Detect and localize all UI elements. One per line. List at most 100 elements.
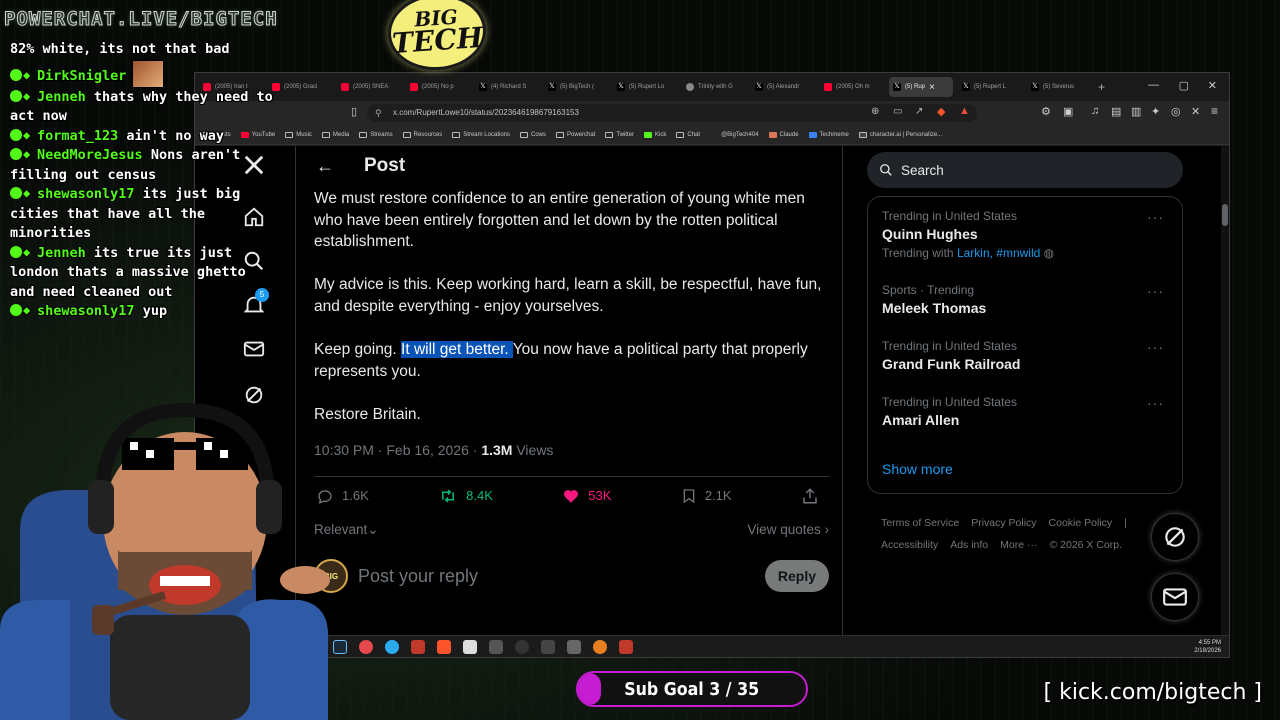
app-icon[interactable] <box>619 639 633 654</box>
footer-link[interactable]: More ··· <box>1000 539 1037 551</box>
bookmark-item[interactable]: Music <box>285 131 312 138</box>
trend-link[interactable]: Larkin, #mnwild <box>957 246 1040 260</box>
repost-button[interactable]: 8.4K <box>438 487 493 505</box>
footer-link[interactable]: Accessibility <box>881 539 938 551</box>
share-button[interactable] <box>801 487 827 505</box>
extensions-icon[interactable]: ⚙ <box>1041 105 1051 118</box>
bookmark-item[interactable]: character.ai | Personalize... <box>858 131 942 138</box>
browser-tab[interactable]: 𝕏 (5) Rupert L <box>958 77 1022 97</box>
vpn-icon[interactable]: ◎ <box>1171 105 1181 118</box>
app-icon[interactable] <box>463 639 477 654</box>
close-window-icon[interactable]: ✕ <box>1208 79 1217 92</box>
messages-icon[interactable] <box>243 338 265 360</box>
browser-tab[interactable]: Trinity with G <box>682 77 746 97</box>
footer-link[interactable]: Cookie Policy <box>1049 517 1113 529</box>
bookmark-item[interactable]: Powerchat <box>556 131 595 138</box>
browser-tab[interactable]: 𝕏 (5) Severus <box>1027 77 1091 97</box>
url-field[interactable]: ⚲ x.com/RupertLowe10/status/202364619867… <box>367 104 977 122</box>
bookmark-item[interactable]: Resources <box>402 131 442 138</box>
app-icon[interactable] <box>567 639 581 654</box>
folder-icon <box>402 131 411 138</box>
bookmark-item[interactable]: Kick <box>644 131 666 138</box>
browser-tab[interactable]: 𝕏 (5) BigTech ( <box>544 77 608 97</box>
footer-link[interactable]: Ads info <box>950 539 988 551</box>
post-paragraph: Keep going. It will get better. You now … <box>314 341 808 380</box>
x-extension-icon[interactable]: ✕ <box>1191 105 1200 118</box>
extension-icon[interactable]: ▥ <box>1131 105 1141 118</box>
x-icon: 𝕏 <box>962 83 970 91</box>
brave-shield-icon[interactable]: ◆ <box>937 105 945 118</box>
menu-icon[interactable]: ≡ <box>1211 104 1218 118</box>
more-options-icon[interactable]: ··· <box>1147 209 1164 225</box>
show-more-link[interactable]: Show more <box>882 461 953 477</box>
close-tab-icon[interactable]: × <box>929 82 935 93</box>
minimize-icon[interactable]: — <box>1148 79 1159 91</box>
chat-message: NeedMoreJesus Nons aren't filling out ce… <box>10 145 278 185</box>
steam-icon[interactable] <box>333 639 347 654</box>
footer-link[interactable]: Terms of Service <box>881 517 959 529</box>
reply-input[interactable]: Post your reply <box>358 566 765 587</box>
brave-icon[interactable] <box>437 639 451 654</box>
bookmark-item[interactable]: Claude <box>768 131 799 138</box>
wallet-icon[interactable]: ▣ <box>1063 105 1073 118</box>
scrollbar-thumb[interactable] <box>1222 204 1228 226</box>
reply-submit-button[interactable]: Reply <box>764 560 829 592</box>
x-icon: 𝕏 <box>893 83 901 91</box>
search-input[interactable]: Search <box>867 152 1183 188</box>
grok-float-button[interactable] <box>1151 513 1199 561</box>
site-info-icon[interactable]: ⚲ <box>375 104 382 122</box>
bookmark-star-icon[interactable]: ▯ <box>351 105 357 118</box>
app-icon[interactable] <box>489 639 503 654</box>
maximize-icon[interactable]: ▢ <box>1179 79 1189 92</box>
bookmark-item[interactable]: Twitter <box>605 131 634 138</box>
bookmark-item[interactable]: Chat <box>676 131 700 138</box>
footer-separator: | <box>1124 517 1127 529</box>
chat-badge-icon <box>10 301 30 321</box>
footer-link[interactable]: Privacy Policy <box>971 517 1036 529</box>
page-scrollbar[interactable] <box>1221 146 1229 635</box>
browser-tab[interactable]: (2005) SNEA <box>337 77 401 97</box>
chrome-icon[interactable] <box>359 639 373 654</box>
more-options-icon[interactable]: ··· <box>1147 339 1164 355</box>
browser-tab[interactable]: (2005) No p <box>406 77 470 97</box>
messages-float-button[interactable] <box>1151 573 1199 621</box>
sidebar-toggle-icon[interactable]: ▤ <box>1111 105 1121 118</box>
more-options-icon[interactable]: ··· <box>1147 283 1164 299</box>
browser-tab[interactable]: 𝕏 (4) Richard S <box>475 77 539 97</box>
brave-rewards-icon[interactable]: ▲ <box>959 105 970 117</box>
ai-icon[interactable]: ✦ <box>1151 105 1160 118</box>
bookmark-item[interactable]: Streams <box>359 131 393 138</box>
browser-tab[interactable]: 𝕏 (5) Alexandr <box>751 77 815 97</box>
bookmark-item[interactable]: Techmeme <box>808 131 849 138</box>
app-icon[interactable] <box>593 639 607 654</box>
bookmark-item[interactable]: Stream Locations <box>452 131 510 138</box>
bookmark-item[interactable]: Cows <box>520 131 546 138</box>
share-icon[interactable]: ↗ <box>915 106 923 117</box>
trend-item[interactable]: Trending in United States Grand Funk Rai… <box>882 339 1172 372</box>
bookmark-item[interactable]: @BigTech404 <box>710 132 758 138</box>
telegram-icon[interactable] <box>385 639 399 654</box>
browser-tab[interactable]: 𝕏 (5) Rupert Lo <box>613 77 677 97</box>
music-icon[interactable]: ♫ <box>1091 105 1099 117</box>
bookmark-item[interactable]: Media <box>321 131 349 138</box>
view-quotes-link[interactable]: View quotes › <box>747 522 829 538</box>
back-arrow-icon[interactable]: ← <box>316 156 334 177</box>
more-options-icon[interactable]: ··· <box>1147 395 1164 411</box>
obs-icon[interactable] <box>515 639 529 654</box>
new-tab-icon[interactable]: + <box>1098 80 1105 94</box>
sub-goal-fill <box>578 673 601 705</box>
trend-item[interactable]: Trending in United States Amari Allen ··… <box>882 395 1172 428</box>
trend-item[interactable]: Trending in United States Quinn Hughes T… <box>882 209 1172 260</box>
app-icon[interactable] <box>541 639 555 654</box>
taskbar-clock[interactable]: 4:55 PM 2/18/2026 <box>1194 639 1221 655</box>
post-timestamp[interactable]: 10:30 PM · Feb 16, 2026 · <box>314 442 481 458</box>
app-icon[interactable] <box>411 639 425 654</box>
bookmark-button[interactable]: 2.1K <box>681 487 732 505</box>
browser-tab-active[interactable]: 𝕏 (5) Rup × <box>889 77 953 97</box>
install-icon[interactable]: ▭ <box>893 106 902 117</box>
like-button[interactable]: 53K <box>562 487 611 505</box>
zoom-icon[interactable]: ⊕ <box>871 106 879 117</box>
trend-item[interactable]: Sports · Trending Meleek Thomas ··· <box>882 283 1172 316</box>
kick-icon <box>644 131 653 138</box>
browser-tab[interactable]: (2005) Oh m <box>820 77 884 97</box>
